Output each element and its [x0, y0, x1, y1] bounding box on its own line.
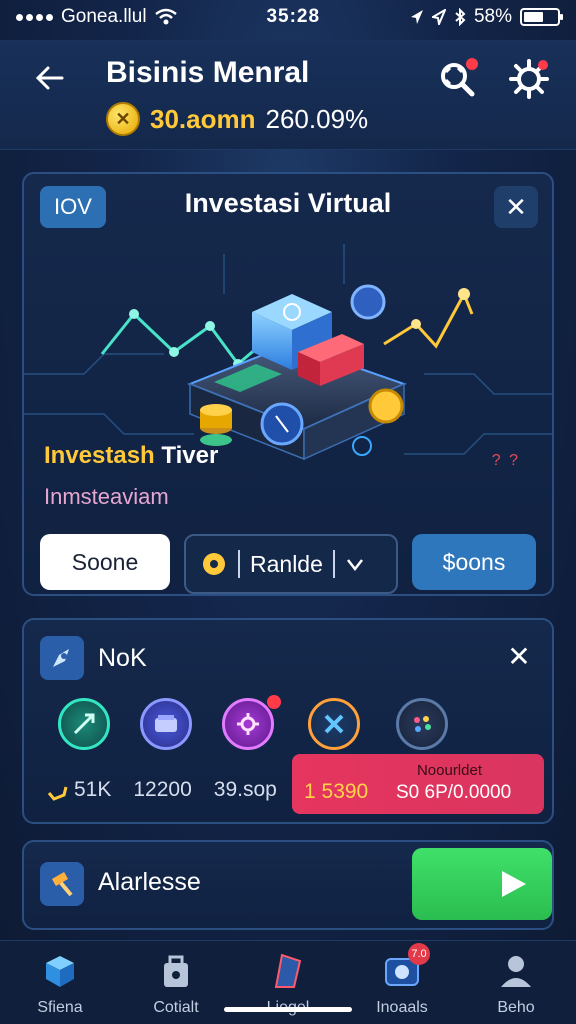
rocket-icon	[53, 649, 69, 667]
promo-label: Noourldet	[416, 762, 482, 779]
stat-value-3: 39.sop	[213, 778, 277, 801]
play-icon	[502, 871, 526, 897]
soone-button[interactable]: Soone	[40, 534, 170, 590]
status-time: 35:28	[266, 6, 321, 27]
page-title: Bisinis Menral	[106, 56, 310, 89]
nav-label-cotialt: Cotialt	[153, 999, 199, 1016]
stats-icon-row	[56, 695, 496, 758]
nav-label-beho: Beho	[497, 999, 535, 1016]
hero-close-button[interactable]: ✕	[494, 186, 538, 228]
palette-icon[interactable]	[396, 698, 448, 750]
hammer-icon	[51, 872, 73, 897]
settings-notification-dot	[538, 60, 548, 70]
separator	[238, 550, 240, 578]
stat-value-1: 51K	[46, 778, 111, 802]
alert-card-icon	[40, 862, 84, 906]
bag-icon	[156, 951, 196, 991]
gear-badge-icon[interactable]	[222, 695, 281, 750]
gold-coin-stack	[200, 404, 232, 446]
home-indicator	[224, 1007, 352, 1012]
search-alert-button[interactable]	[436, 58, 478, 100]
notification-dot	[466, 58, 478, 70]
investment-hero-card: IOV Investasi Virtual ✕ Investash Tiver …	[22, 172, 554, 596]
stats-close-button[interactable]: ✕	[502, 640, 536, 673]
hero-actions: Soone Ranlde $oons	[40, 534, 540, 594]
nav-label-inoaals: Inoaals	[376, 999, 428, 1016]
promo-value-2: S0 6P/0.0000	[396, 782, 512, 803]
balance-amount: 30.aomn	[150, 103, 256, 134]
alert-title: Alarlesse	[98, 868, 201, 896]
wallet-icon[interactable]	[140, 698, 192, 750]
stats-card: NoK ✕ 51K 12200 39.sop Noourldet 1 5390 …	[22, 618, 554, 824]
floating-coin-gold	[368, 388, 404, 424]
floating-coin-blue	[350, 284, 386, 320]
gear-badge-dot	[267, 695, 281, 709]
close-icon: ✕	[507, 641, 531, 672]
nav-badge: 7.0	[408, 943, 430, 965]
close-icon: ✕	[505, 191, 527, 222]
document-flag-icon	[268, 951, 308, 991]
status-right: 58%	[410, 6, 563, 28]
hand-coin-icon	[47, 786, 68, 801]
chart-points-left	[129, 309, 243, 369]
hero-subtitle: Investash Tiver	[44, 442, 218, 470]
nav-item-sfiena[interactable]: Sfiena	[10, 951, 110, 1021]
header: Bisinis Menral ✕ 30.aomn 260.09%	[0, 40, 576, 150]
nav-item-inoaals[interactable]: 7.0 Inoaals	[352, 943, 452, 1021]
balance-row: ✕ 30.aomn 260.09%	[106, 102, 368, 136]
wifi-icon	[154, 8, 177, 25]
balance-percent: 260.09%	[265, 103, 369, 134]
stats-title: NoK	[98, 644, 147, 672]
status-left: Gonea.llul	[16, 6, 177, 28]
nav-label-sfiena: Sfiena	[37, 999, 83, 1016]
profile-icon	[496, 951, 536, 991]
status-bar: Gonea.llul 35:28 58%	[0, 0, 576, 34]
play-button[interactable]	[412, 848, 552, 920]
ranlde-dropdown[interactable]: Ranlde	[184, 534, 398, 594]
stat-value-2: 12200	[133, 778, 192, 801]
location-icon	[410, 10, 423, 24]
back-button[interactable]	[28, 56, 72, 100]
bottom-navigation: Sfiena Cotialt Liegel 7.0 Inoaals Be	[0, 940, 576, 1024]
battery-level	[523, 12, 543, 22]
chart-points-right	[411, 288, 470, 329]
battery-percent: 58%	[473, 6, 512, 27]
hero-description: Inmsteaviam	[44, 484, 169, 509]
coin-icon: ✕	[106, 102, 140, 136]
chat-bubble-icon	[203, 553, 225, 575]
chevron-down-icon	[346, 559, 363, 572]
growth-icon[interactable]	[58, 698, 110, 750]
nav-item-beho[interactable]: Beho	[466, 951, 566, 1021]
alert-card: Alarlesse	[22, 840, 554, 930]
exchange-icon[interactable]	[308, 698, 360, 750]
promo-value-1: 1 5390	[304, 780, 369, 803]
bluetooth-icon	[455, 8, 466, 26]
soons-button[interactable]: $oons	[412, 534, 536, 590]
ranlde-label: Ranlde	[250, 550, 323, 577]
signal-strength-icon	[16, 13, 53, 21]
carrier-name: Gonea.llul	[61, 6, 147, 27]
navigation-icon	[431, 9, 446, 25]
hero-subtitle-rest: Tiver	[161, 442, 219, 469]
settings-button[interactable]	[508, 58, 550, 100]
arrow-left-icon	[35, 66, 64, 90]
hero-title: Investasi Virtual	[184, 188, 392, 218]
battery-icon	[519, 8, 563, 26]
chart-line-right	[383, 290, 474, 349]
stats-card-icon	[40, 636, 84, 680]
hero-subtitle-highlight: Investash	[44, 442, 155, 469]
app-screen: Gonea.llul 35:28 58% Bisinis Menral ✕ 30…	[0, 0, 576, 1024]
separator	[332, 550, 335, 578]
camera-icon: 7.0	[382, 943, 430, 991]
nav-item-cotialt[interactable]: Cotialt	[126, 951, 226, 1021]
promo-box[interactable]: Noourldet 1 5390 S0 6P/0.0000	[292, 754, 544, 814]
hero-dots: ? ?	[491, 452, 520, 469]
chart-line-left	[100, 311, 265, 367]
stat-value-1-text: 51K	[74, 778, 112, 801]
small-ring	[352, 436, 372, 456]
stat-values: 51K 12200 39.sop	[46, 778, 277, 802]
cube-icon	[40, 951, 80, 991]
